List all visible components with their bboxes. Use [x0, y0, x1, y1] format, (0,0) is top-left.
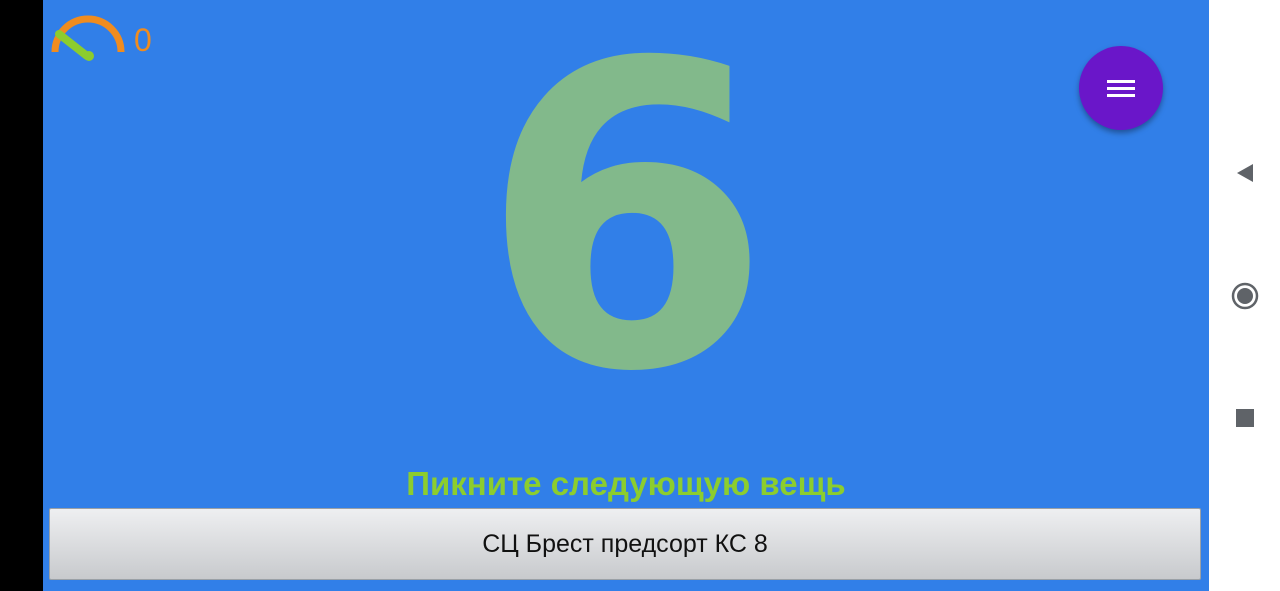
home-circle-icon [1231, 282, 1258, 310]
home-button[interactable] [1209, 271, 1280, 321]
menu-icon [1107, 80, 1135, 97]
prompt-text: Пикните следующую вещь [406, 465, 846, 502]
location-button[interactable]: СЦ Брест предсорт КС 8 [49, 508, 1201, 580]
screen: 0 6 Пикните следующую вещь СЦ Брест пред… [0, 0, 1280, 591]
counter-number: 6 [479, 0, 773, 464]
app-area: 0 6 Пикните следующую вещь СЦ Брест пред… [43, 0, 1209, 591]
menu-button[interactable] [1079, 46, 1163, 130]
left-black-bar [0, 0, 43, 591]
system-nav-bar [1209, 0, 1280, 591]
back-button[interactable] [1209, 148, 1280, 198]
back-triangle-icon [1236, 164, 1253, 182]
recents-square-icon [1235, 409, 1254, 427]
recents-button[interactable] [1209, 393, 1280, 443]
